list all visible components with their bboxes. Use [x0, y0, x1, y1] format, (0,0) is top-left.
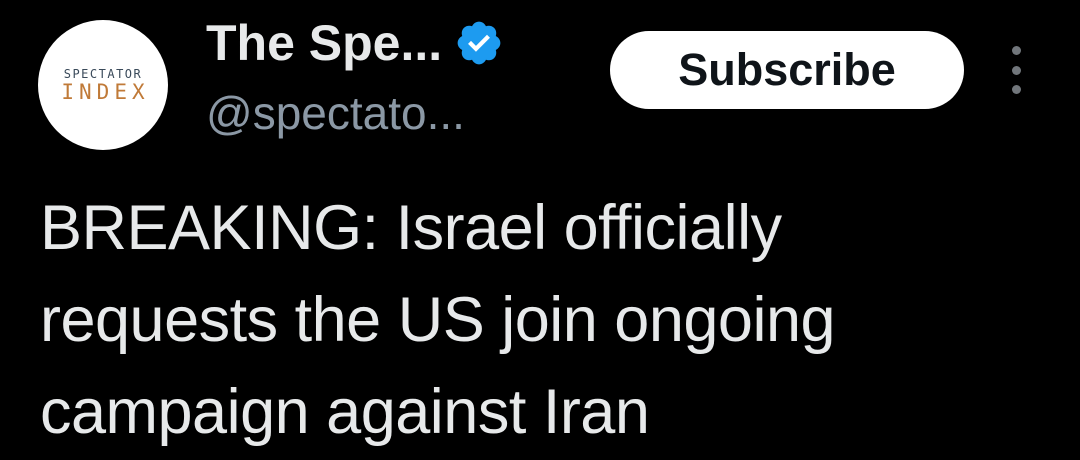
- author-display-name[interactable]: The Spe...: [206, 14, 442, 72]
- tweet-text-line: campaign against Iran: [40, 377, 650, 447]
- more-dot: [1011, 85, 1021, 94]
- tweet-body: BREAKING: Israel officially requests the…: [40, 182, 1060, 458]
- author-handle[interactable]: @spectato...: [206, 86, 465, 140]
- more-dot: [1011, 46, 1021, 55]
- author-name-row: The Spe...: [206, 12, 504, 74]
- avatar-logo-bottom-text: INDEX: [61, 80, 150, 104]
- avatar-logo-top-text: SPECTATOR: [63, 67, 143, 81]
- more-dot: [1011, 65, 1021, 75]
- tweet-header: SPECTATOR INDEX The Spe... @spectato... …: [0, 0, 1080, 160]
- subscribe-button[interactable]: Subscribe: [610, 31, 964, 109]
- more-vertical-icon[interactable]: [1004, 46, 1028, 94]
- verified-badge-icon: [454, 18, 504, 68]
- avatar[interactable]: SPECTATOR INDEX: [38, 20, 168, 150]
- tweet-text-line: requests the US join ongoing: [40, 285, 836, 355]
- tweet-text-line: BREAKING: Israel officially: [40, 193, 782, 263]
